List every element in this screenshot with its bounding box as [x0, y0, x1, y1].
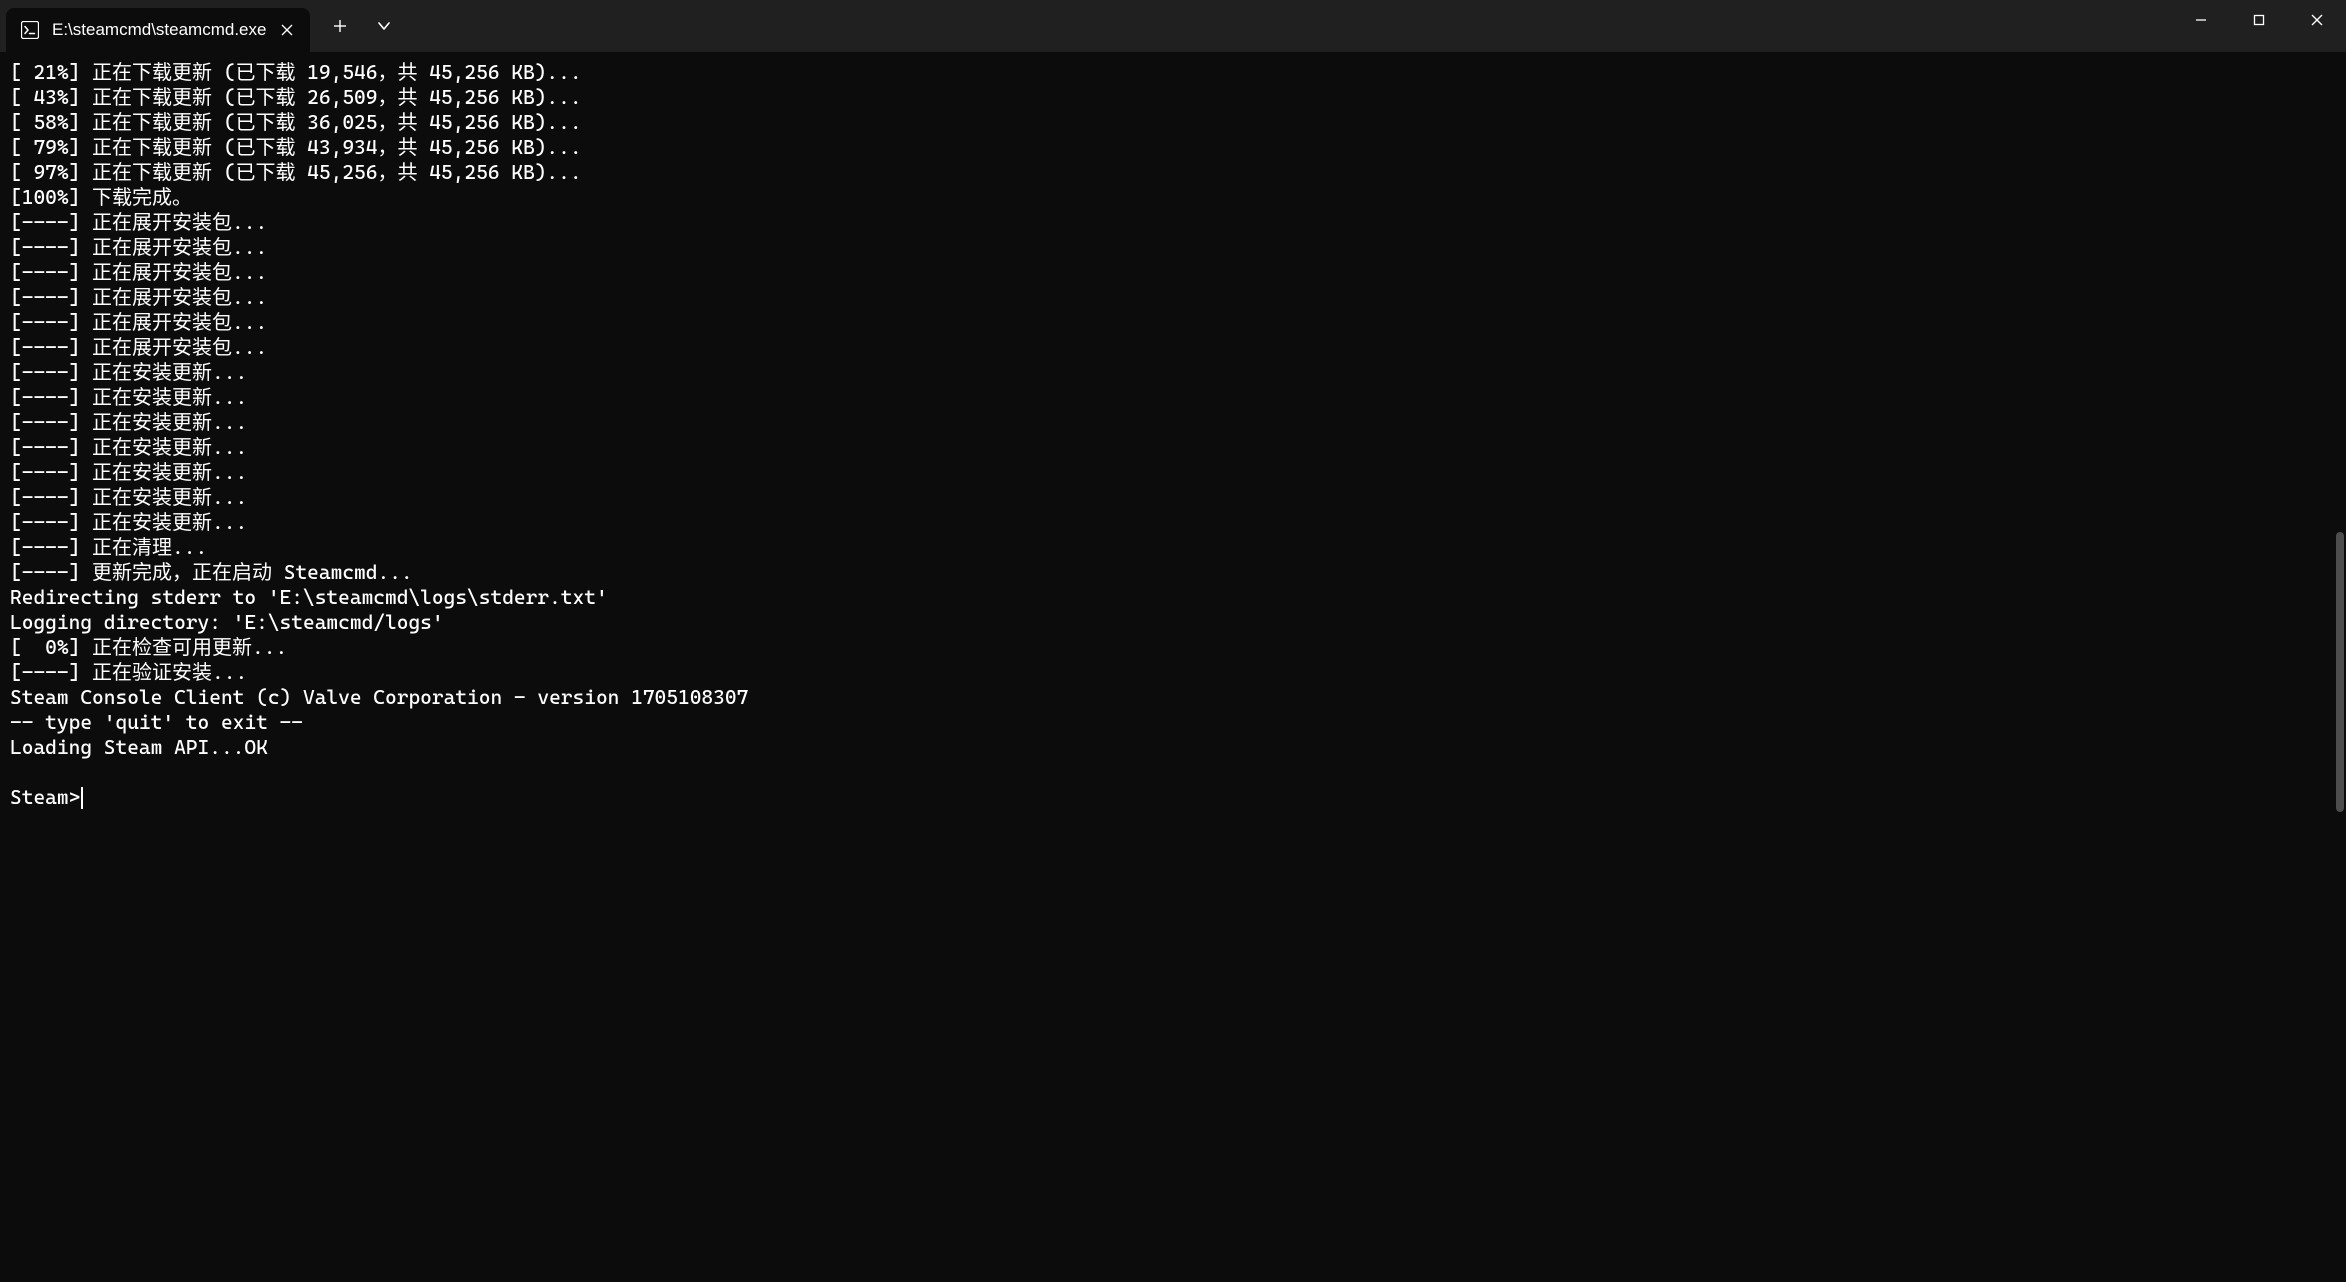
scrollbar-thumb[interactable]	[2336, 532, 2344, 812]
new-tab-button[interactable]	[320, 8, 360, 44]
terminal-line: Steam Console Client (c) Valve Corporati…	[10, 685, 2336, 710]
terminal-line	[10, 760, 2336, 785]
terminal-line: [----] 正在展开安装包...	[10, 210, 2336, 235]
maximize-button[interactable]	[2230, 0, 2288, 40]
terminal-line: [100%] 下载完成。	[10, 185, 2336, 210]
terminal-line: [ 0%] 正在检查可用更新...	[10, 635, 2336, 660]
terminal-line: [ 43%] 正在下载更新 (已下载 26,509，共 45,256 KB)..…	[10, 85, 2336, 110]
close-window-button[interactable]	[2288, 0, 2346, 40]
terminal-line: [----] 正在安装更新...	[10, 435, 2336, 460]
tab-dropdown-button[interactable]	[364, 8, 404, 44]
terminal-line: [ 79%] 正在下载更新 (已下载 43,934，共 45,256 KB)..…	[10, 135, 2336, 160]
terminal-line: [----] 正在安装更新...	[10, 385, 2336, 410]
terminal-line: [----] 更新完成，正在启动 Steamcmd...	[10, 560, 2336, 585]
terminal-line: [----] 正在安装更新...	[10, 510, 2336, 535]
terminal-prompt-line[interactable]: Steam>	[10, 785, 2336, 810]
titlebar: E:\steamcmd\steamcmd.exe	[0, 0, 2346, 52]
terminal-line: -- type 'quit' to exit --	[10, 710, 2336, 735]
terminal-prompt: Steam>	[10, 785, 80, 810]
terminal-line: [----] 正在展开安装包...	[10, 335, 2336, 360]
terminal-line: [----] 正在安装更新...	[10, 360, 2336, 385]
terminal-line: [----] 正在安装更新...	[10, 485, 2336, 510]
terminal-line: [----] 正在安装更新...	[10, 410, 2336, 435]
terminal-line: Redirecting stderr to 'E:\steamcmd\logs\…	[10, 585, 2336, 610]
terminal-line: [ 97%] 正在下载更新 (已下载 45,256，共 45,256 KB)..…	[10, 160, 2336, 185]
terminal-line: [ 21%] 正在下载更新 (已下载 19,546，共 45,256 KB)..…	[10, 60, 2336, 85]
terminal-cursor	[81, 787, 83, 809]
terminal-line: [----] 正在展开安装包...	[10, 285, 2336, 310]
terminal-output: [ 21%] 正在下载更新 (已下载 19,546，共 45,256 KB)..…	[0, 52, 2346, 820]
terminal-line: [----] 正在验证安装...	[10, 660, 2336, 685]
minimize-button[interactable]	[2172, 0, 2230, 40]
terminal-line: [----] 正在安装更新...	[10, 460, 2336, 485]
terminal-line: Logging directory: 'E:\steamcmd/logs'	[10, 610, 2336, 635]
tab-close-button[interactable]	[278, 21, 296, 39]
window-controls	[2172, 0, 2346, 40]
terminal-area[interactable]: [ 21%] 正在下载更新 (已下载 19,546，共 45,256 KB)..…	[0, 52, 2346, 1282]
tabbar-actions	[320, 0, 404, 52]
terminal-line: [----] 正在展开安装包...	[10, 235, 2336, 260]
cmd-icon	[20, 20, 40, 40]
tab-title: E:\steamcmd\steamcmd.exe	[52, 20, 266, 40]
terminal-line: [----] 正在展开安装包...	[10, 310, 2336, 335]
terminal-line: Loading Steam API...OK	[10, 735, 2336, 760]
terminal-line: [ 58%] 正在下载更新 (已下载 36,025，共 45,256 KB)..…	[10, 110, 2336, 135]
terminal-line: [----] 正在清理...	[10, 535, 2336, 560]
terminal-line: [----] 正在展开安装包...	[10, 260, 2336, 285]
tab-active[interactable]: E:\steamcmd\steamcmd.exe	[6, 8, 310, 52]
